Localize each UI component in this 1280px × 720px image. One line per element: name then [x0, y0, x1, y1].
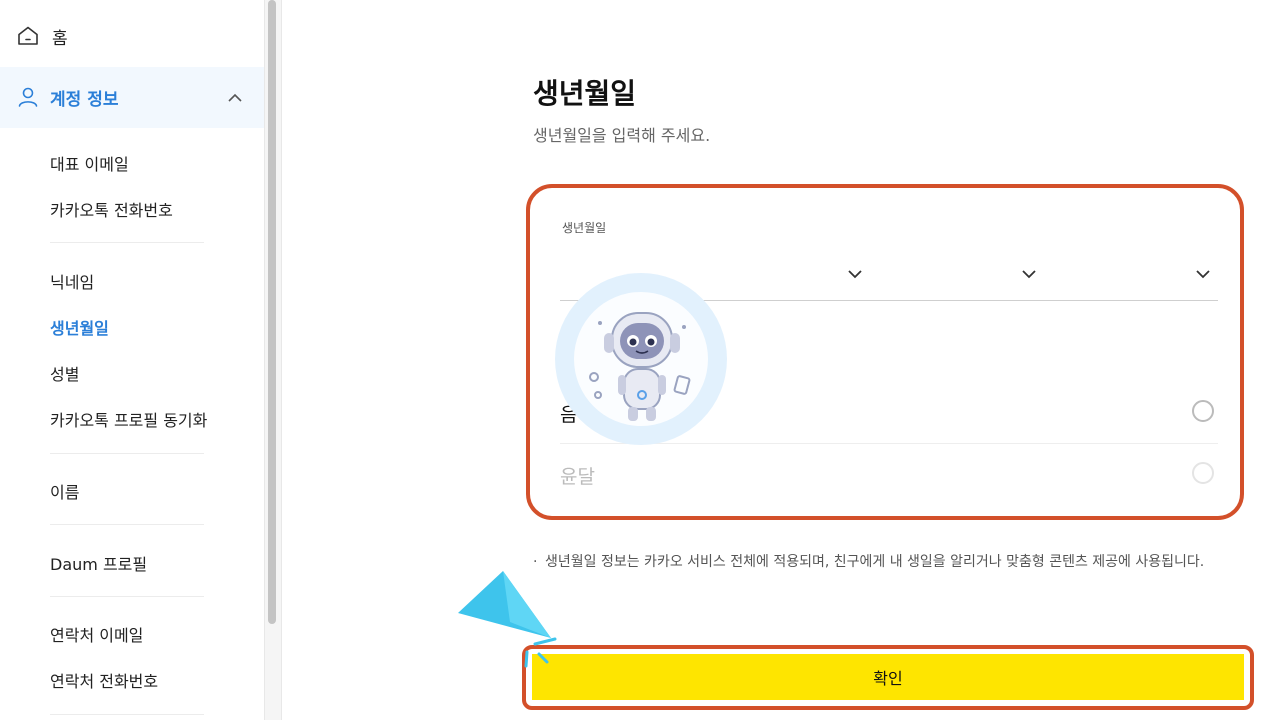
sidebar-item-contact-phone[interactable]: 연락처 전화번호 — [50, 668, 158, 692]
sidebar-item-label: 홈 — [52, 28, 68, 49]
sidebar-item-label: 계정 정보 — [50, 90, 119, 110]
sidebar-item-daum-profile[interactable]: Daum 프로필 — [50, 551, 147, 575]
chevron-down-icon — [1022, 270, 1036, 279]
home-icon — [18, 26, 38, 45]
scrollbar-thumb[interactable] — [268, 0, 276, 624]
robot-icon — [589, 312, 691, 421]
page-subtitle: 생년월일을 입력해 주세요. — [533, 126, 711, 145]
sidebar-item-profile-sync[interactable]: 카카오톡 프로필 동기화 — [50, 407, 207, 431]
divider — [50, 596, 204, 597]
radio-button[interactable] — [1192, 400, 1214, 422]
sidebar-item-kakaotalk-phone[interactable]: 카카오톡 전화번호 — [50, 197, 173, 221]
day-select[interactable] — [1188, 260, 1218, 290]
divider — [50, 242, 204, 243]
sidebar-item-gender[interactable]: 성별 — [50, 361, 79, 385]
chevron-down-icon — [1196, 270, 1210, 279]
sidebar-item-birthday[interactable]: 생년월일 — [50, 315, 109, 339]
sidebar: 홈 계정 정보 대표 이메일 카카오톡 전화번호 닉네임 생년월일 성별 카카오… — [0, 0, 264, 720]
sidebar-item-nickname[interactable]: 닉네임 — [50, 269, 94, 293]
confirm-button[interactable]: 확인 — [532, 654, 1244, 700]
chevron-up-icon[interactable] — [226, 89, 244, 107]
field-label: 생년월일 — [562, 221, 607, 235]
chevron-down-icon — [848, 270, 862, 279]
cursor-pointer-icon — [458, 571, 557, 668]
year-select[interactable] — [840, 260, 870, 290]
notice-text: 생년월일 정보는 카카오 서비스 전체에 적용되며, 친구에게 내 생일을 알리… — [545, 554, 1205, 570]
divider — [50, 714, 204, 715]
option-label: 윤달 — [560, 466, 595, 488]
user-icon — [18, 87, 38, 107]
sidebar-item-contact-email[interactable]: 연락처 이메일 — [50, 622, 143, 646]
notice: · 생년월일 정보는 카카오 서비스 전체에 적용되며, 친구에게 내 생일을 … — [533, 550, 1253, 575]
sidebar-item-name[interactable]: 이름 — [50, 479, 79, 503]
page-title: 생년월일 — [533, 77, 637, 110]
sidebar-item-email[interactable]: 대표 이메일 — [50, 151, 129, 175]
divider — [50, 453, 204, 454]
month-select[interactable] — [1014, 260, 1044, 290]
sidebar-item-account[interactable]: 계정 정보 — [0, 67, 264, 128]
radio-button[interactable] — [1192, 462, 1214, 484]
divider — [50, 524, 204, 525]
sidebar-item-home[interactable]: 홈 — [16, 22, 68, 50]
option-leap-month[interactable]: 윤달 — [560, 446, 1218, 506]
